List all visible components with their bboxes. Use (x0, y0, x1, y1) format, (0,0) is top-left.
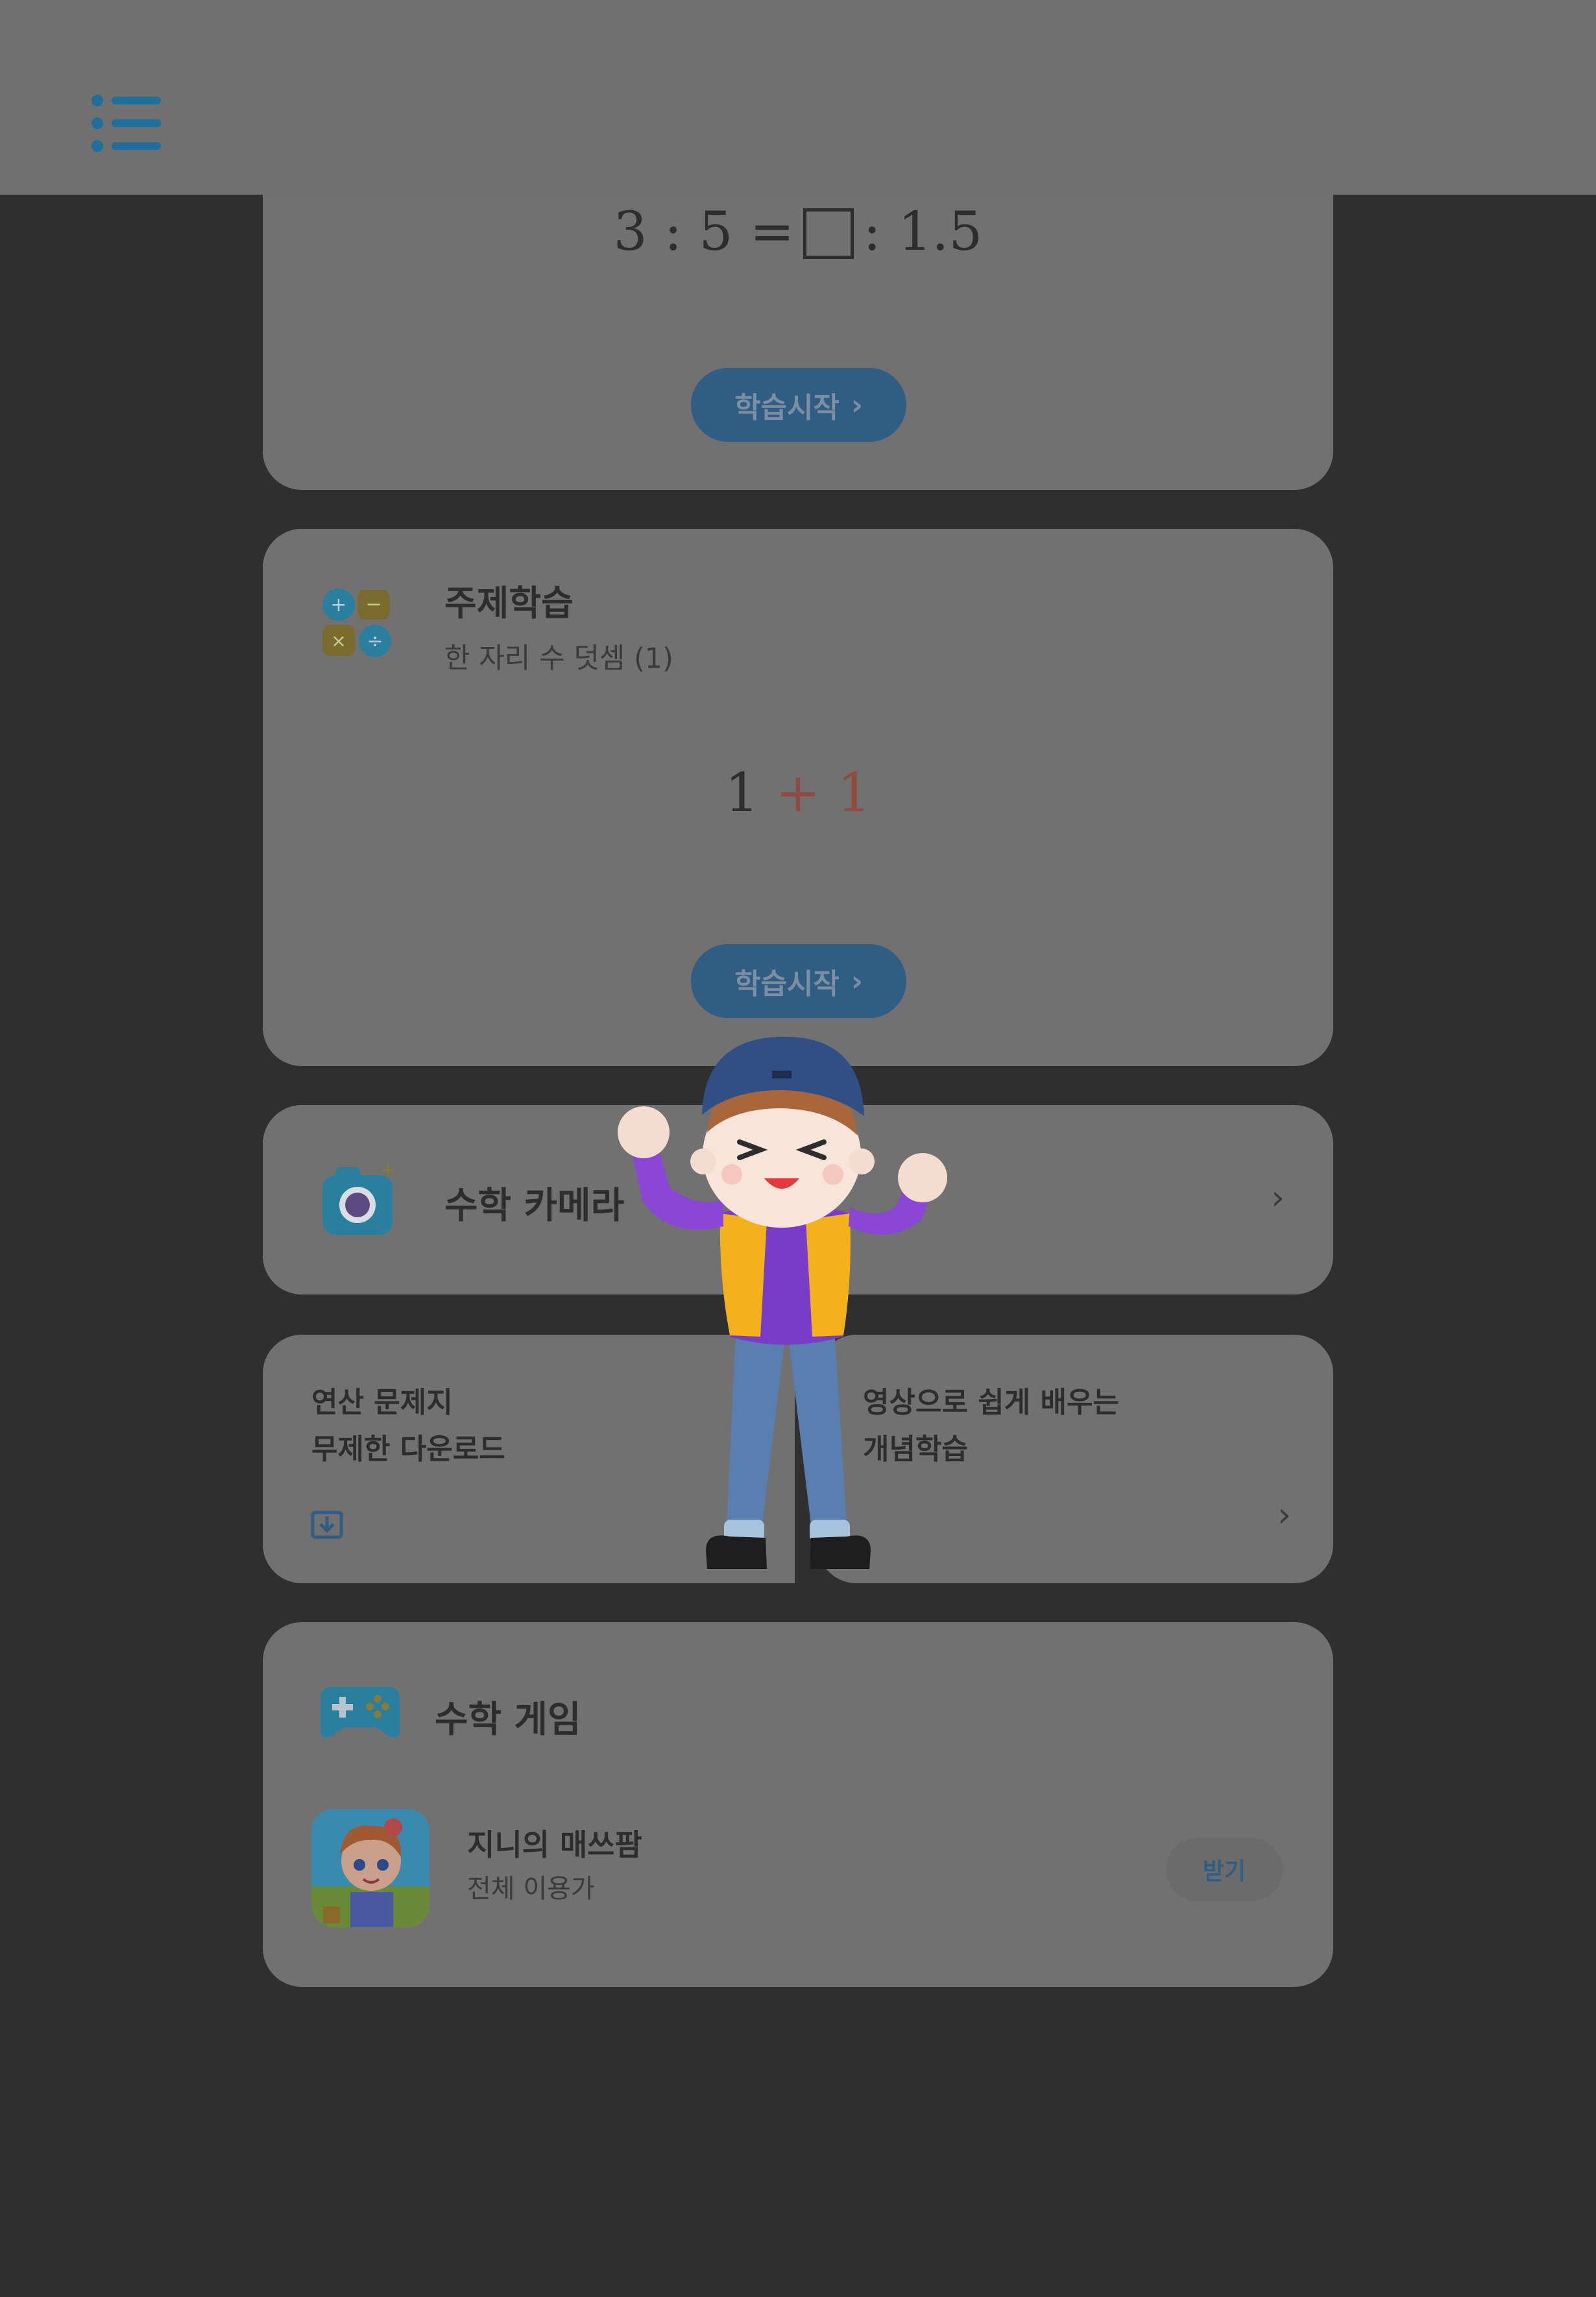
worksheet-line2: 무제한 다운로드 (311, 1433, 505, 1466)
topic-learning-card: + − × ÷ 주제학습 한 자리 수 덧셈 (1) 1 + 1 학습시작 › (263, 529, 1333, 1066)
svg-text:−: − (365, 593, 381, 616)
ratio-start-button[interactable]: 학습시작 › (691, 368, 906, 442)
svg-text:+: + (330, 594, 346, 616)
top-bar (0, 0, 1596, 195)
formula-b: 1 (837, 762, 871, 824)
answer-box (803, 208, 854, 259)
app-thumbnail[interactable] (311, 1809, 429, 1927)
topic-title: 주제학습 (444, 583, 574, 624)
topic-subtitle: 한 자리 수 덧셈 (1) (444, 642, 673, 675)
math-games-card: 수학 게임 지니의 매쓰팜 전체 이용가 받기 (263, 1622, 1333, 1987)
chevron-right-icon: › (851, 388, 864, 422)
camera-icon: + (321, 1159, 399, 1239)
ratio-formula: 3 : 5 = : 1.5 (263, 201, 1333, 263)
camera-title: 수학 카메라 (444, 1185, 625, 1227)
start-button-label: 학습시작 (734, 391, 840, 424)
chevron-right-icon: › (1277, 1496, 1291, 1535)
formula-a: 1 (725, 762, 759, 824)
addition-formula: 1 + 1 (263, 762, 1333, 824)
ratio-formula-left: 3 : 5 = (613, 201, 795, 263)
chevron-right-icon: › (1271, 1178, 1285, 1217)
formula-operator: + (775, 762, 821, 824)
topic-start-button[interactable]: 학습시작 › (691, 944, 906, 1018)
svg-text:÷: ÷ (367, 630, 383, 653)
worksheet-line1: 연산 문제지 (311, 1386, 453, 1419)
app-name: 지니의 매쓰팜 (467, 1827, 642, 1862)
chevron-right-icon: › (851, 964, 864, 998)
app-rating: 전체 이용가 (467, 1874, 595, 1904)
games-title: 수학 게임 (435, 1699, 581, 1741)
get-app-button[interactable]: 받기 (1166, 1838, 1283, 1901)
svg-text:×: × (331, 630, 346, 651)
ratio-formula-right: : 1.5 (863, 201, 983, 263)
mascot-character (616, 1032, 993, 1622)
start-button-label: 학습시작 (734, 967, 840, 1001)
list-menu-icon[interactable] (91, 94, 162, 152)
gamepad-icon (318, 1679, 402, 1744)
download-icon (309, 1505, 346, 1544)
svg-text:+: + (380, 1162, 396, 1182)
calculator-operations-icon: + − × ÷ (321, 587, 393, 661)
